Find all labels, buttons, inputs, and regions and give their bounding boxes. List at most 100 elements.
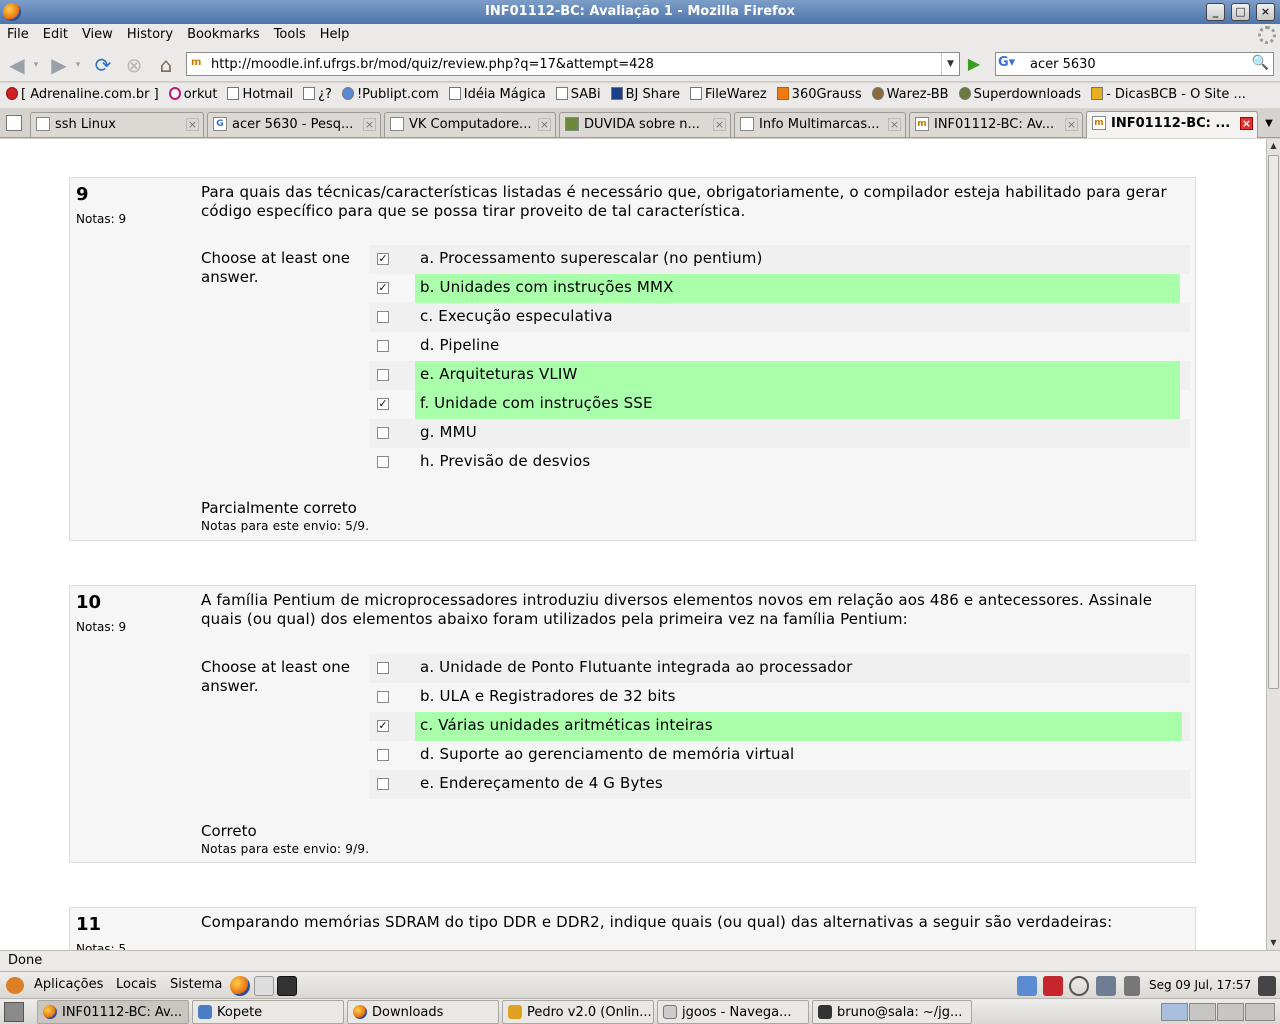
menu-edit[interactable]: Edit (36, 24, 75, 42)
bookmark-item[interactable]: 360Grauss (771, 83, 866, 102)
menu-file[interactable]: File (0, 24, 36, 42)
tab-close-icon[interactable]: × (363, 118, 376, 131)
gnome-foot-icon[interactable] (6, 977, 24, 994)
answer-option-a[interactable]: ✓ a. Processamento superescalar (no penti… (369, 245, 1190, 274)
url-dropdown-icon[interactable]: ▼ (941, 53, 959, 75)
answer-option-f[interactable]: ✓ f. Unidade com instruções SSE (369, 390, 1190, 419)
answer-option-g[interactable]: g. MMU (369, 419, 1190, 448)
terminal-launcher-icon[interactable] (277, 976, 297, 996)
back-history-icon[interactable]: ▾ (30, 52, 42, 78)
answer-checkbox[interactable]: ✓ (377, 398, 389, 410)
new-tab-icon[interactable] (6, 115, 22, 131)
tab-list-icon[interactable]: ▼ (1260, 114, 1278, 134)
task-kopete[interactable]: Kopete (192, 1000, 344, 1024)
answer-checkbox[interactable] (377, 456, 389, 468)
panel-menu-applications[interactable]: Aplicações (34, 977, 103, 992)
minimize-button[interactable]: _ (1206, 3, 1225, 21)
tab-ssh-linux[interactable]: ssh Linux × (30, 112, 204, 137)
tab-inf01112-active[interactable]: m INF01112-BC: ... × (1086, 111, 1258, 138)
task-firefox[interactable]: INF01112-BC: Av... (37, 1000, 189, 1024)
bookmark-item[interactable]: ¿? (297, 83, 336, 102)
bookmark-item[interactable]: Hotmail (221, 83, 297, 102)
forward-icon[interactable]: ▶ (46, 52, 72, 78)
answer-checkbox[interactable] (377, 778, 389, 790)
update-notifier-icon[interactable] (1043, 976, 1063, 996)
tab-close-icon[interactable]: × (1065, 118, 1078, 131)
answer-checkbox[interactable] (377, 340, 389, 352)
tab-close-icon[interactable]: × (186, 118, 199, 131)
menu-help[interactable]: Help (313, 24, 357, 42)
workspace-2[interactable] (1189, 1003, 1216, 1021)
tab-inf01112-previous[interactable]: m INF01112-BC: Av... × (909, 112, 1083, 137)
page-scrollbar[interactable]: ▲ ▼ (1266, 139, 1280, 950)
menu-history[interactable]: History (120, 24, 180, 42)
answer-option-e[interactable]: e. Endereçamento de 4 G Bytes (369, 770, 1190, 799)
task-downloads[interactable]: Downloads (347, 1000, 499, 1024)
answer-checkbox[interactable] (377, 749, 389, 761)
scroll-up-icon[interactable]: ▲ (1267, 139, 1280, 153)
answer-option-h[interactable]: h. Previsão de desvios (369, 448, 1190, 477)
workspace-4[interactable] (1245, 1003, 1275, 1021)
show-desktop-icon[interactable] (4, 1002, 24, 1022)
bookmark-item[interactable]: - DicasBCB - O Site ... (1085, 83, 1250, 102)
tab-vk-computadores[interactable]: VK Computadore... × (384, 112, 556, 137)
close-button[interactable]: × (1256, 3, 1275, 21)
search-input[interactable]: acer 5630 (1030, 57, 1096, 72)
panel-clock[interactable]: Seg 09 Jul, 17:57 (1149, 978, 1251, 992)
bookmark-item[interactable]: FileWarez (684, 83, 771, 102)
task-terminal[interactable]: bruno@sala: ~/jg... (812, 1000, 972, 1024)
workspace-3[interactable] (1217, 1003, 1244, 1021)
firefox-launcher-icon[interactable] (230, 976, 250, 996)
display-icon[interactable] (1096, 976, 1116, 996)
tab-close-icon[interactable]: × (538, 118, 551, 131)
tab-duvida[interactable]: DUVIDA sobre n... × (559, 112, 731, 137)
task-pedro-chat[interactable]: Pedro v2.0 (Onlin... (502, 1000, 654, 1024)
answer-option-c[interactable]: c. Execução especulativa (369, 303, 1190, 332)
home-icon[interactable]: ⌂ (153, 52, 179, 78)
menu-view[interactable]: View (75, 24, 120, 42)
forward-history-icon[interactable]: ▾ (72, 52, 84, 78)
workspace-1[interactable] (1161, 1003, 1188, 1021)
panel-menu-system[interactable]: Sistema (170, 977, 222, 992)
menu-bookmarks[interactable]: Bookmarks (180, 24, 267, 42)
answer-checkbox[interactable]: ✓ (377, 253, 389, 265)
search-icon[interactable]: 🔍 (1252, 55, 1269, 71)
search-bar[interactable]: G▾ acer 5630 🔍 (995, 52, 1274, 76)
bookmark-item[interactable]: Superdownloads (953, 83, 1086, 102)
go-button[interactable]: ▶ (962, 53, 986, 75)
answer-option-e[interactable]: e. Arquiteturas VLIW (369, 361, 1190, 390)
google-engine-icon[interactable]: G▾ (998, 55, 1026, 73)
search-tool-icon[interactable] (1069, 976, 1089, 996)
network-icon[interactable] (1017, 976, 1037, 996)
mail-launcher-icon[interactable] (254, 976, 274, 996)
shutdown-icon[interactable] (1258, 976, 1276, 996)
tab-close-icon[interactable]: × (1240, 117, 1253, 130)
volume-icon[interactable] (1124, 976, 1140, 996)
answer-option-b[interactable]: b. ULA e Registradores de 32 bits (369, 683, 1190, 712)
scroll-down-icon[interactable]: ▼ (1267, 936, 1280, 950)
answer-checkbox[interactable] (377, 662, 389, 674)
bookmark-item[interactable]: SABi (550, 83, 605, 102)
bookmark-item[interactable]: BJ Share (605, 83, 684, 102)
answer-checkbox[interactable] (377, 311, 389, 323)
bookmark-item[interactable]: orkut (163, 83, 222, 102)
tab-close-icon[interactable]: × (888, 118, 901, 131)
tab-info-multimarcas[interactable]: Info Multimarcas... × (734, 112, 906, 137)
bookmark-item[interactable]: [ Adrenaline.com.br ] (0, 83, 163, 102)
answer-checkbox[interactable] (377, 691, 389, 703)
answer-option-a[interactable]: a. Unidade de Ponto Flutuante integrada … (369, 654, 1190, 683)
reload-icon[interactable]: ⟳ (90, 52, 116, 78)
answer-option-b[interactable]: ✓ b. Unidades com instruções MMX (369, 274, 1190, 303)
menu-tools[interactable]: Tools (267, 24, 313, 42)
tab-acer-search[interactable]: Gacer 5630 - Pesq... × (207, 112, 381, 137)
url-text[interactable]: http://moodle.inf.ufrgs.br/mod/quiz/revi… (211, 57, 654, 72)
answer-checkbox[interactable]: ✓ (377, 282, 389, 294)
tab-close-icon[interactable]: × (713, 118, 726, 131)
back-icon[interactable]: ◀ (4, 52, 30, 78)
stop-icon[interactable]: ⊗ (121, 52, 147, 78)
bookmark-item[interactable]: !Publipt.com (336, 83, 443, 102)
scroll-thumb[interactable] (1268, 155, 1279, 689)
answer-checkbox[interactable] (377, 427, 389, 439)
answer-checkbox[interactable]: ✓ (377, 720, 389, 732)
answer-option-d[interactable]: d. Suporte ao gerenciamento de memória v… (369, 741, 1190, 770)
